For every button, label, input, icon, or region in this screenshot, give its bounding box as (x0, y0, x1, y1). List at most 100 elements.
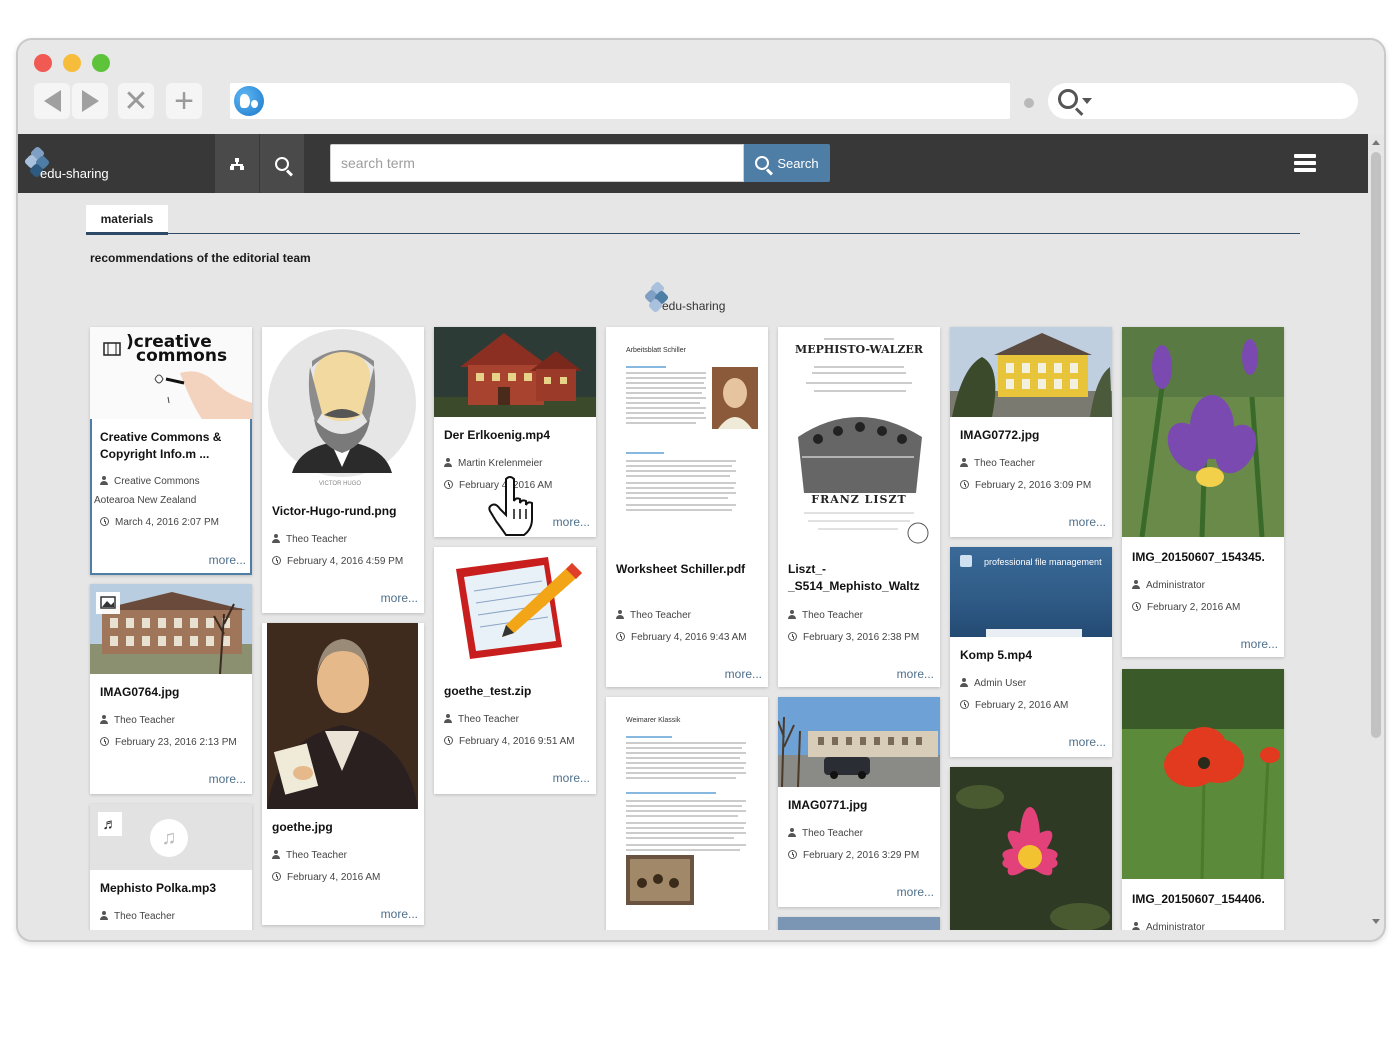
section-title: recommendations of the editorial team (90, 251, 311, 265)
user-icon (444, 714, 452, 723)
material-card[interactable]: Arbeitsblatt Schiller Worksheet Schiller… (606, 327, 768, 687)
material-card[interactable]: professional file management Komp 5.mp4 … (950, 547, 1112, 757)
card-author: Administrator (1132, 921, 1280, 930)
user-icon (272, 850, 280, 859)
scroll-up-arrow-icon[interactable] (1372, 140, 1380, 145)
card-date: February 2, 2016 AM (1132, 601, 1280, 615)
card-thumbnail (950, 767, 1112, 930)
minimize-window-dot[interactable] (63, 54, 81, 72)
card-thumbnail: MEPHISTO-WALZER FRANZ LISZT (778, 327, 940, 547)
hand-pointer-cursor-icon (488, 476, 533, 536)
close-window-dot[interactable] (34, 54, 52, 72)
material-card[interactable]: Weimarer Klassik (606, 697, 768, 930)
clock-icon (444, 736, 453, 745)
clock-icon (100, 517, 109, 526)
more-link[interactable]: more... (1069, 735, 1106, 749)
material-card[interactable]: IMAG0772.jpg Theo Teacher February 2, 20… (950, 327, 1112, 537)
card-author: Theo Teacher (788, 827, 936, 841)
material-card[interactable]: IMAG0764.jpg Theo Teacher February 23, 2… (90, 584, 252, 794)
forward-arrow-icon (81, 90, 99, 112)
material-card[interactable]: )creative commons Creative Commons & Cop… (90, 327, 252, 575)
card-author: Theo Teacher (272, 533, 420, 547)
card-date: February 4, 2016 9:51 AM (444, 735, 592, 749)
material-card[interactable] (778, 917, 940, 930)
clock-icon (100, 737, 109, 746)
card-author: Theo Teacher (100, 714, 248, 728)
card-date: March 4, 2016 2:07 PM (100, 516, 248, 530)
clock-icon (788, 632, 797, 641)
browser-search-field[interactable] (1048, 83, 1358, 119)
forward-button[interactable] (72, 83, 108, 119)
tab-materials[interactable]: materials (86, 205, 168, 235)
card-title: Mephisto Polka.mp3 (100, 881, 217, 895)
card-title: IMG_20150607_154345. (1132, 550, 1265, 564)
material-card[interactable]: IMAG0771.jpg Theo Teacher February 2, 20… (778, 697, 940, 907)
date-text: February 3, 2016 2:38 PM (803, 632, 920, 643)
material-card[interactable]: ♬ ♫ Mephisto Polka.mp3 Theo Teacher (90, 804, 252, 930)
back-arrow-icon (43, 90, 61, 112)
chevron-down-icon (1082, 98, 1092, 104)
author-name: Theo Teacher (114, 911, 175, 922)
material-card[interactable]: goethe_test.zip Theo Teacher February 4,… (434, 547, 596, 794)
stop-button[interactable]: ✕ (118, 83, 154, 119)
card-title: Der Erlkoenig.mp4 (444, 428, 551, 442)
edu-sharing-logo[interactable]: edu-sharing (23, 145, 126, 182)
author-name: Theo Teacher (286, 534, 347, 545)
back-button[interactable] (34, 83, 70, 119)
card-author: Creative Commons (100, 475, 248, 489)
clock-icon (960, 480, 969, 489)
search-button[interactable]: Search (744, 144, 830, 182)
page-scrollbar[interactable] (1368, 134, 1384, 930)
search-nav-button[interactable] (260, 134, 304, 193)
collections-tree-button[interactable] (215, 134, 259, 193)
more-link[interactable]: more... (725, 667, 762, 681)
scroll-down-arrow-icon[interactable] (1372, 919, 1380, 924)
user-icon (1132, 580, 1140, 589)
more-link[interactable]: more... (209, 772, 246, 786)
maximize-window-dot[interactable] (92, 54, 110, 72)
material-card[interactable]: VICTOR HUGO Victor-Hugo-rund.png Theo Te… (262, 327, 424, 613)
material-card[interactable] (950, 767, 1112, 930)
plus-icon: + (174, 81, 194, 120)
card-thumbnail (778, 917, 940, 930)
new-tab-button[interactable]: + (166, 81, 202, 120)
author-name: Martin Krelenmeier (458, 458, 543, 469)
search-input[interactable] (330, 144, 744, 182)
card-thumbnail (434, 547, 596, 671)
more-link[interactable]: more... (553, 515, 590, 529)
hamburger-menu-button[interactable] (1294, 154, 1318, 172)
more-link[interactable]: more... (553, 771, 590, 785)
material-card[interactable]: goethe.jpg Theo Teacher February 4, 2016… (262, 623, 424, 925)
more-link[interactable]: more... (1069, 515, 1106, 529)
more-link[interactable]: more... (1241, 637, 1278, 651)
address-bar[interactable] (230, 83, 1010, 119)
victor-hugo-thumbnail (262, 327, 424, 495)
street-thumbnail (778, 697, 940, 787)
date-text: February 4, 2016 AM (287, 872, 381, 883)
author-name: Theo Teacher (458, 714, 519, 725)
user-icon (788, 610, 796, 619)
notepad-thumbnail (434, 547, 596, 671)
date-text: February 2, 2016 3:29 PM (803, 850, 920, 861)
card-title: Creative Commons & Copyright Info.m ... (100, 430, 222, 461)
card-thumbnail (267, 623, 418, 809)
material-card[interactable]: IMG_20150607_154406. Administrator (1122, 669, 1284, 930)
card-thumbnail (434, 327, 596, 417)
more-link[interactable]: more... (381, 591, 418, 605)
material-card[interactable]: IMG_20150607_154345. Administrator Febru… (1122, 327, 1284, 657)
more-link[interactable]: more... (209, 553, 246, 567)
card-title: IMG_20150607_154406. (1132, 892, 1265, 906)
card-title: IMAG0772.jpg (960, 428, 1040, 442)
date-text: February 23, 2016 2:13 PM (115, 737, 237, 748)
card-title: goethe.jpg (272, 820, 333, 834)
more-link[interactable]: more... (897, 667, 934, 681)
more-link[interactable]: more... (897, 885, 934, 899)
material-card[interactable]: MEPHISTO-WALZER FRANZ LISZT Liszt_-_S514… (778, 327, 940, 687)
user-icon (788, 828, 796, 837)
clock-icon (960, 700, 969, 709)
scrollbar-thumb[interactable] (1371, 152, 1381, 738)
card-author: Martin Krelenmeier (444, 457, 592, 471)
more-link[interactable]: more... (381, 907, 418, 921)
card-date: February 23, 2016 2:13 PM (100, 736, 248, 750)
card-date: February 3, 2016 2:38 PM (788, 631, 936, 645)
